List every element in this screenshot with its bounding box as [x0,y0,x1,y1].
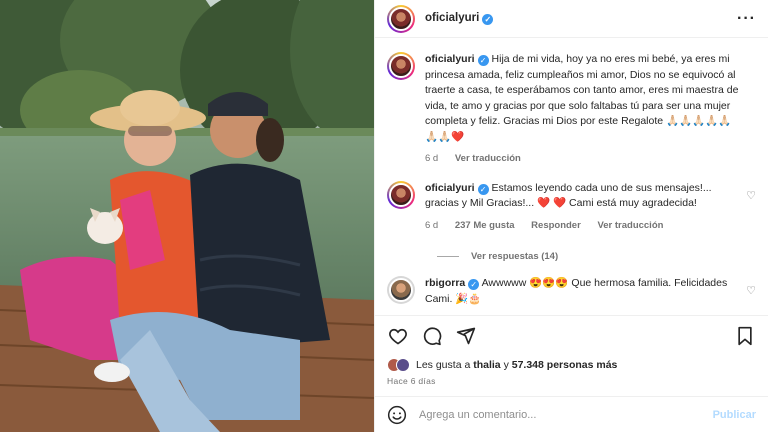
comment-username[interactable]: rbigorra [425,277,465,289]
comment-avatar[interactable] [387,276,415,304]
reply-button[interactable]: Responder [531,220,581,231]
comment-composer: Agrega un comentario... Publicar [375,396,768,432]
comment-item: oficialyuri ✓ Estamos leyendo cada uno de… [387,180,756,234]
likes-joiner: y [503,359,509,371]
comment-input[interactable]: Agrega un comentario... [419,409,713,421]
comment-like-heart-icon[interactable]: ♡ [746,284,756,297]
verified-badge-icon: ✓ [482,14,494,25]
author-username[interactable]: oficialyuri ✓ [425,12,494,25]
comment-username[interactable]: oficialyuri [425,182,475,194]
verified-badge-icon: ✓ [477,55,489,66]
comment-text-2: Cami está muy agradecida! [569,197,697,209]
post-photo-illustration [0,0,374,432]
posted-ago: Hace 6 días [387,376,436,386]
verified-badge-icon: ✓ [477,183,489,195]
comment-emojis-2: 🎉🎂 [455,292,482,305]
caption-age: 6 d [425,153,439,164]
comment-icon[interactable] [421,325,443,347]
comment-likes[interactable]: 237 Me gusta [455,220,515,231]
comment-translate-link[interactable]: Ver traducción [597,220,663,231]
more-options-icon[interactable]: ··· [737,10,756,28]
likes-user[interactable]: thalia [473,359,500,371]
liker-avatar [396,358,410,372]
comments-list[interactable]: oficialyuri ✓ Hija de mi vida, hoy ya no … [375,44,768,314]
comment-prefix: Awwwww [481,277,527,289]
comment-like-heart-icon[interactable]: ♡ [746,189,756,202]
post-photo[interactable] [0,0,374,432]
comment-emojis: 😍😍😍 [529,277,569,289]
caption-username[interactable]: oficialyuri [425,53,475,65]
view-replies-label: Ver respuestas (14) [471,251,559,262]
caption-item: oficialyuri ✓ Hija de mi vida, hoy ya no … [387,52,756,167]
comment-item: rbigorra ✓ Awwwww 😍😍😍 Que hermosa familia… [387,276,756,307]
bookmark-icon[interactable] [734,325,756,347]
author-avatar[interactable] [387,4,415,33]
verified-badge-icon: ✓ [468,279,480,290]
share-icon[interactable] [455,325,477,347]
comment-hearts: ❤️ ❤️ [537,197,567,209]
post-details-panel: oficialyuri ✓ ··· oficialyuri ✓ Hija de mi… [374,0,768,432]
heart-icon[interactable] [387,325,409,347]
emoji-icon[interactable] [387,405,407,425]
comment-age: 6 d [425,219,439,231]
caption-avatar[interactable] [387,52,415,80]
likes-summary[interactable]: Les gusta a thalia y 57.348 personas más [387,358,756,372]
caption-translate-link[interactable]: Ver traducción [455,153,521,164]
view-replies-button[interactable]: Ver respuestas (14) [437,251,756,262]
post-actions: Les gusta a thalia y 57.348 personas más… [375,315,768,386]
publish-button[interactable]: Publicar [713,409,756,421]
likes-prefix: Les gusta a [416,359,471,371]
replies-divider [437,256,459,257]
likes-count[interactable]: 57.348 personas más [512,359,618,371]
post-header: oficialyuri ✓ ··· [375,0,768,38]
comment-avatar[interactable] [387,180,415,209]
